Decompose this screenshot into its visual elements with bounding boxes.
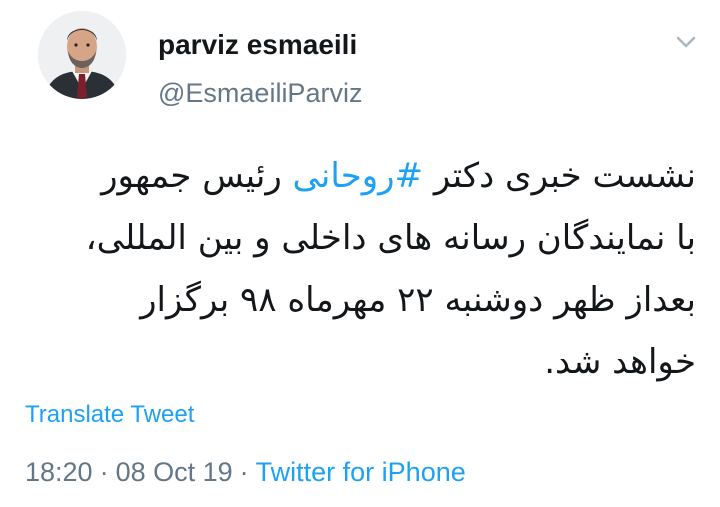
tweet-text-line: نشست خبری دکتر #روحانی رئیس جمهور	[16, 145, 696, 207]
profile-photo-icon	[38, 11, 126, 99]
tweet-date[interactable]: 08 Oct 19	[116, 457, 233, 487]
tweet-metadata: 18:20 · 08 Oct 19 · Twitter for iPhone	[25, 455, 466, 489]
tweet: parviz esmaeili @EsmaeiliParviz نشست خبر…	[0, 0, 720, 507]
tweet-text: نشست خبری دکتر #روحانی رئیس جمهور با نما…	[16, 145, 696, 393]
tweet-source-link[interactable]: Twitter for iPhone	[256, 457, 466, 487]
author-handle[interactable]: @EsmaeiliParviz	[158, 77, 362, 109]
tweet-text-segment: نشست خبری دکتر	[423, 156, 696, 196]
meta-separator: ·	[99, 457, 109, 487]
author-display-name[interactable]: parviz esmaeili	[158, 28, 357, 62]
hashtag-link[interactable]: #روحانی	[293, 156, 424, 196]
tweet-time[interactable]: 18:20	[25, 457, 93, 487]
tweet-text-line: خواهد شد.	[544, 342, 696, 382]
avatar[interactable]	[38, 11, 126, 99]
meta-separator: ·	[239, 457, 249, 487]
tweet-text-segment: رئیس جمهور	[101, 156, 293, 196]
tweet-text-line: با نمایندگان رسانه های داخلی و بین الملل…	[85, 218, 696, 258]
tweet-text-line: بعداز ظهر دوشنبه ۲۲ مهرماه ۹۸ برگزار	[140, 280, 696, 320]
translate-tweet-link[interactable]: Translate Tweet	[25, 400, 194, 430]
chevron-down-icon[interactable]	[672, 32, 700, 52]
